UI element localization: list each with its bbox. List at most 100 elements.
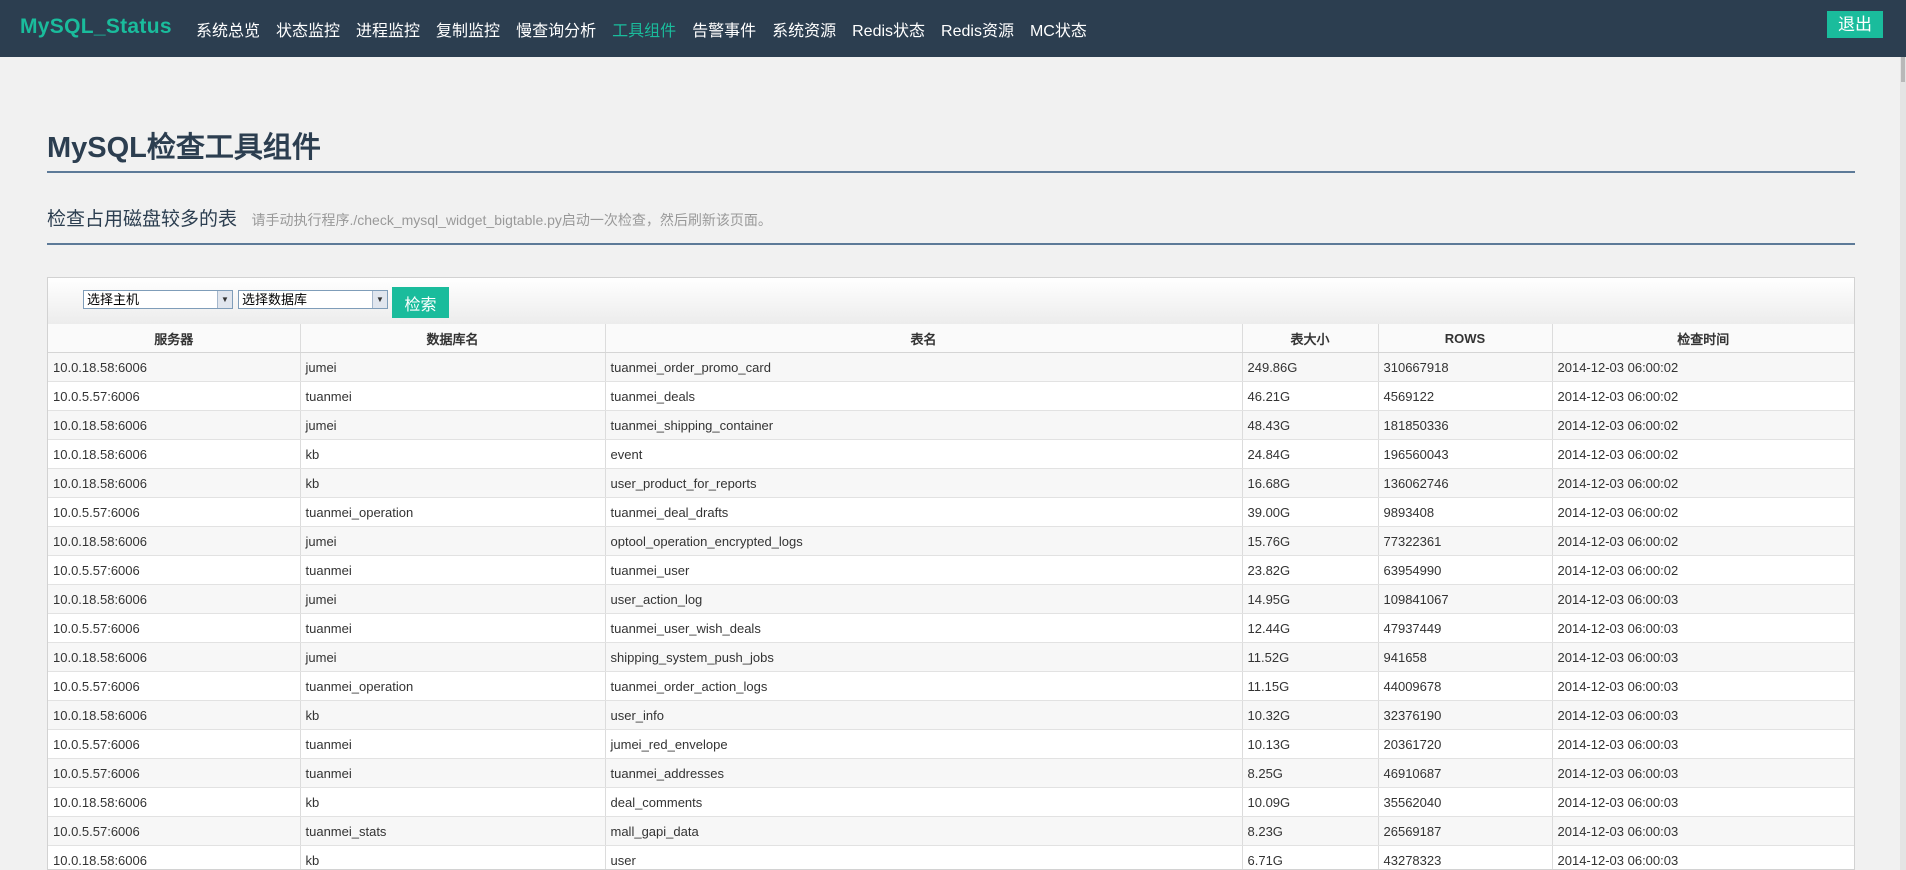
logout-button[interactable]: 退出 <box>1827 11 1883 38</box>
cell-database: jumei <box>300 584 606 614</box>
database-select[interactable]: 选择数据库 ▼ <box>238 290 388 309</box>
table-row: 10.0.5.57:6006 tuanmei tuanmei_addresses 8.… <box>48 758 1854 788</box>
host-select[interactable]: 选择主机 ▼ <box>83 290 233 309</box>
cell-check-time: 2014-12-03 06:00:02 <box>1552 526 1854 556</box>
cell-rows: 941658 <box>1378 642 1553 672</box>
table-row: 10.0.18.58:6006 kb deal_comments 10.09G 3556… <box>48 787 1854 817</box>
cell-table-name: user_info <box>605 700 1243 730</box>
cell-database: kb <box>300 468 606 498</box>
table-row: 10.0.5.57:6006 tuanmei_operation tuanmei_o… <box>48 671 1854 701</box>
nav-item-3[interactable]: 复制监控 <box>436 17 500 41</box>
table-header-row: 服务器 数据库名 表名 表大小 ROWS 检查时间 <box>48 324 1854 353</box>
cell-table-name: user <box>605 845 1243 869</box>
cell-table-size: 8.23G <box>1242 816 1379 846</box>
cell-table-name: user_action_log <box>605 584 1243 614</box>
cell-server: 10.0.5.57:6006 <box>48 613 301 643</box>
cell-table-name: shipping_system_push_jobs <box>605 642 1243 672</box>
cell-check-time: 2014-12-03 06:00:02 <box>1552 497 1854 527</box>
column-header-table-name[interactable]: 表名 <box>605 324 1243 353</box>
nav-item-6[interactable]: 告警事件 <box>692 17 756 41</box>
nav-item-9[interactable]: Redis资源 <box>941 17 1014 41</box>
cell-server: 10.0.18.58:6006 <box>48 439 301 469</box>
nav-item-1[interactable]: 状态监控 <box>276 17 340 41</box>
page-scrollbar[interactable] <box>1900 57 1906 870</box>
chevron-down-icon[interactable]: ▼ <box>372 291 387 308</box>
table-row: 10.0.18.58:6006 jumei optool_operation_enc… <box>48 526 1854 556</box>
cell-database: jumei <box>300 410 606 440</box>
cell-table-size: 46.21G <box>1242 381 1379 411</box>
table-row: 10.0.5.57:6006 tuanmei jumei_red_envelope 1… <box>48 729 1854 759</box>
cell-rows: 196560043 <box>1378 439 1553 469</box>
cell-database: kb <box>300 787 606 817</box>
cell-table-size: 24.84G <box>1242 439 1379 469</box>
cell-server: 10.0.5.57:6006 <box>48 816 301 846</box>
cell-table-size: 48.43G <box>1242 410 1379 440</box>
cell-table-name: tuanmei_order_promo_card <box>605 352 1243 382</box>
cell-check-time: 2014-12-03 06:00:02 <box>1552 352 1854 382</box>
cell-server: 10.0.5.57:6006 <box>48 555 301 585</box>
cell-table-name: tuanmei_addresses <box>605 758 1243 788</box>
cell-rows: 77322361 <box>1378 526 1553 556</box>
cell-table-name: tuanmei_user_wish_deals <box>605 613 1243 643</box>
cell-table-size: 16.68G <box>1242 468 1379 498</box>
column-header-database[interactable]: 数据库名 <box>300 324 606 353</box>
cell-check-time: 2014-12-03 06:00:03 <box>1552 671 1854 701</box>
page-scrollbar-thumb[interactable] <box>1901 57 1905 82</box>
table-row: 10.0.18.58:6006 jumei tuanmei_order_promo_… <box>48 352 1854 382</box>
cell-check-time: 2014-12-03 06:00:03 <box>1552 729 1854 759</box>
cell-server: 10.0.18.58:6006 <box>48 787 301 817</box>
table-row: 10.0.18.58:6006 kb user_info 10.32G 32376190… <box>48 700 1854 730</box>
section-title: 检查占用磁盘较多的表 <box>47 209 238 230</box>
nav-item-8[interactable]: Redis状态 <box>852 17 925 41</box>
cell-rows: 47937449 <box>1378 613 1553 643</box>
cell-rows: 26569187 <box>1378 816 1553 846</box>
table-row: 10.0.18.58:6006 kb event 24.84G 196560043 201… <box>48 439 1854 469</box>
nav-item-5[interactable]: 工具组件 <box>612 17 676 41</box>
cell-table-name: jumei_red_envelope <box>605 729 1243 759</box>
cell-check-time: 2014-12-03 06:00:02 <box>1552 555 1854 585</box>
cell-rows: 63954990 <box>1378 555 1553 585</box>
cell-check-time: 2014-12-03 06:00:02 <box>1552 439 1854 469</box>
column-header-table-size[interactable]: 表大小 <box>1242 324 1379 353</box>
column-header-check-time[interactable]: 检查时间 <box>1552 324 1854 353</box>
cell-table-size: 8.25G <box>1242 758 1379 788</box>
bigtable-panel: 选择主机 ▼ 选择数据库 ▼ 检索 服务器 数据库名 表名 表大小 ROWS 检… <box>47 277 1855 870</box>
cell-table-name: tuanmei_deals <box>605 381 1243 411</box>
cell-rows: 9893408 <box>1378 497 1553 527</box>
cell-rows: 136062746 <box>1378 468 1553 498</box>
cell-table-size: 15.76G <box>1242 526 1379 556</box>
nav-item-0[interactable]: 系统总览 <box>196 17 260 41</box>
brand-logo[interactable]: MySQL_Status <box>20 15 172 39</box>
nav-item-10[interactable]: MC状态 <box>1030 17 1087 41</box>
cell-table-size: 12.44G <box>1242 613 1379 643</box>
cell-table-name: tuanmei_user <box>605 555 1243 585</box>
chevron-down-icon[interactable]: ▼ <box>217 291 232 308</box>
cell-server: 10.0.5.57:6006 <box>48 671 301 701</box>
cell-check-time: 2014-12-03 06:00:03 <box>1552 758 1854 788</box>
cell-database: tuanmei <box>300 381 606 411</box>
top-navbar: MySQL_Status 系统总览 状态监控 进程监控 复制监控 慢查询分析 工具组件 告警… <box>0 0 1906 57</box>
table-row: 10.0.5.57:6006 tuanmei_operation tuanmei_d… <box>48 497 1854 527</box>
cell-server: 10.0.18.58:6006 <box>48 584 301 614</box>
column-header-rows[interactable]: ROWS <box>1378 324 1553 353</box>
cell-check-time: 2014-12-03 06:00:03 <box>1552 816 1854 846</box>
column-header-server[interactable]: 服务器 <box>48 324 301 353</box>
table-row: 10.0.5.57:6006 tuanmei_stats mall_gapi_dat… <box>48 816 1854 846</box>
table-row: 10.0.18.58:6006 jumei user_action_log 14.95… <box>48 584 1854 614</box>
nav-item-4[interactable]: 慢查询分析 <box>516 17 596 41</box>
cell-database: tuanmei <box>300 555 606 585</box>
cell-check-time: 2014-12-03 06:00:03 <box>1552 845 1854 869</box>
cell-table-name: event <box>605 439 1243 469</box>
table-row: 10.0.18.58:6006 jumei shipping_system_push… <box>48 642 1854 672</box>
table-row: 10.0.5.57:6006 tuanmei tuanmei_user 23.82G 6… <box>48 555 1854 585</box>
nav-item-7[interactable]: 系统资源 <box>772 17 836 41</box>
search-button[interactable]: 检索 <box>392 287 449 318</box>
cell-rows: 20361720 <box>1378 729 1553 759</box>
cell-table-name: deal_comments <box>605 787 1243 817</box>
nav-item-2[interactable]: 进程监控 <box>356 17 420 41</box>
cell-database: tuanmei_stats <box>300 816 606 846</box>
cell-server: 10.0.18.58:6006 <box>48 526 301 556</box>
cell-check-time: 2014-12-03 06:00:03 <box>1552 700 1854 730</box>
cell-server: 10.0.18.58:6006 <box>48 410 301 440</box>
cell-database: jumei <box>300 352 606 382</box>
